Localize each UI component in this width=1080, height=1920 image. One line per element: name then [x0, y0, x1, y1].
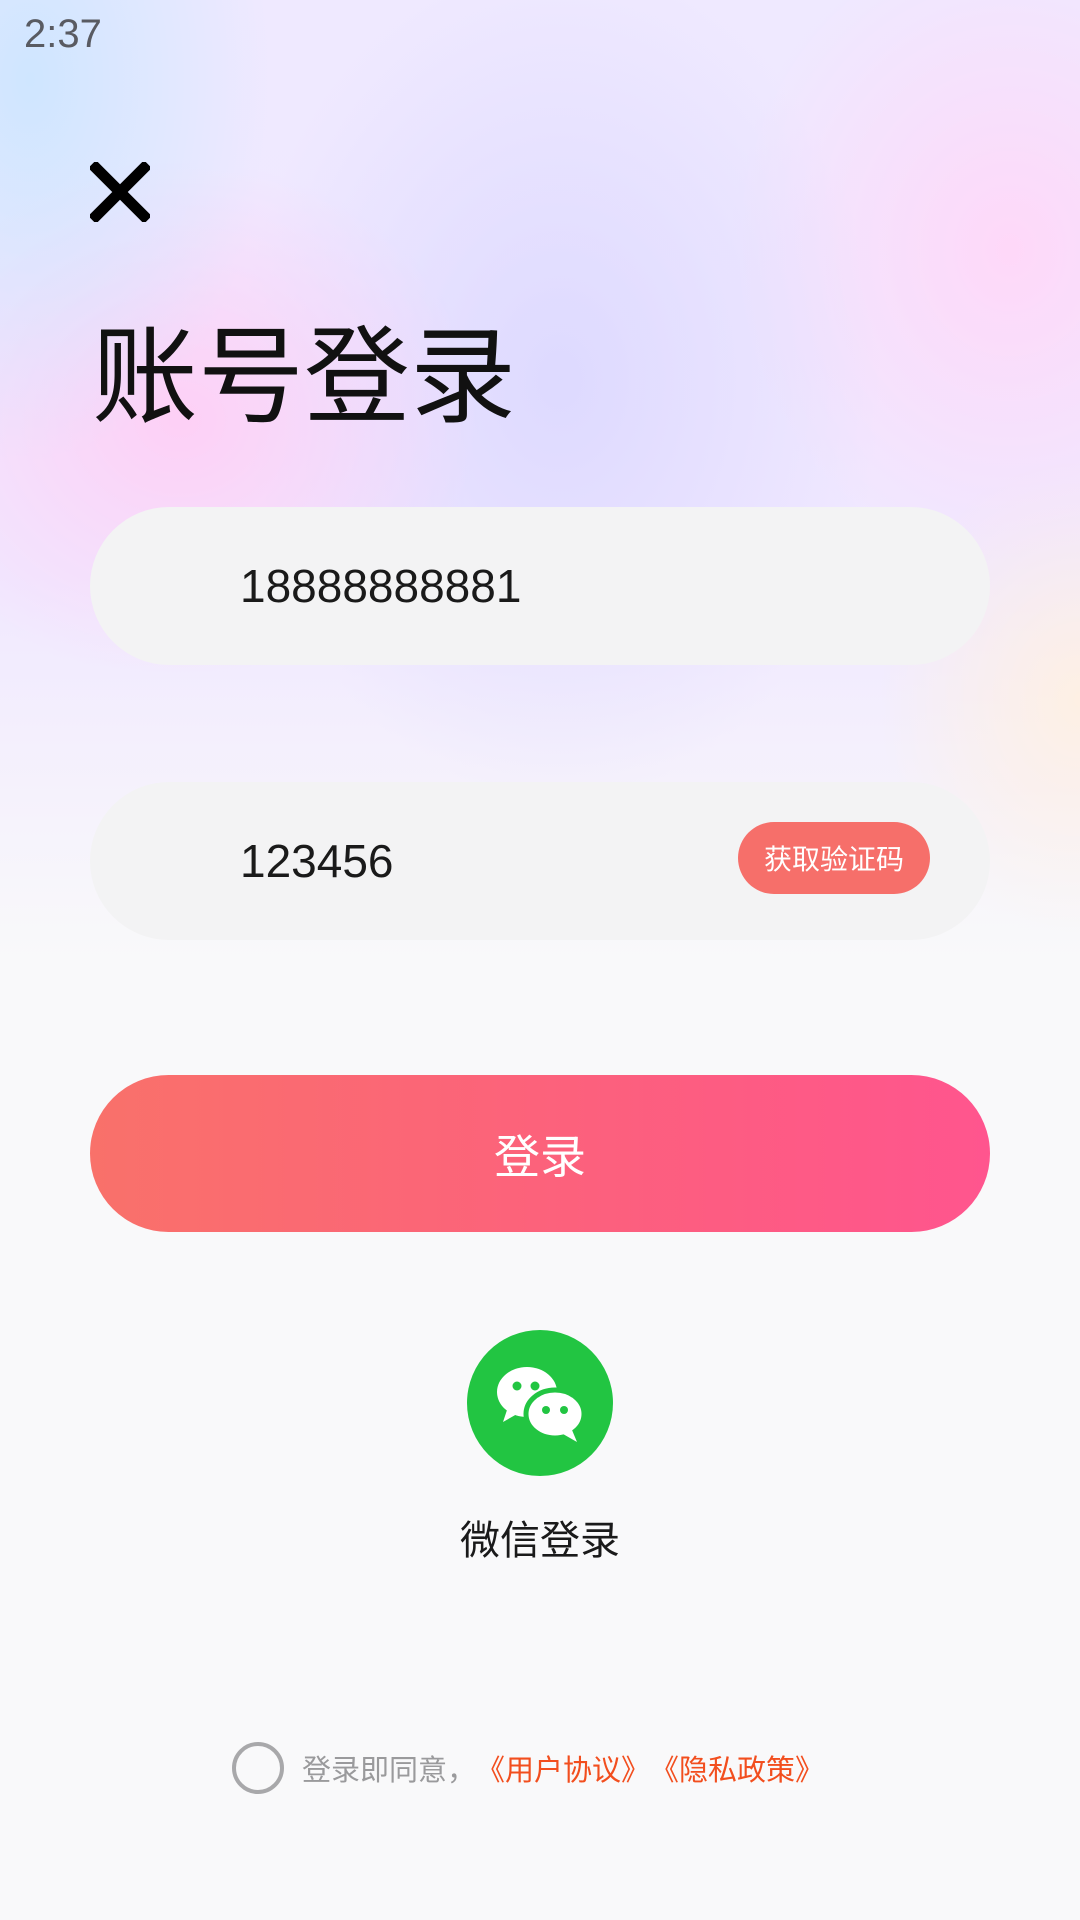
code-field: 获取验证码 [90, 782, 990, 940]
agreement-checkbox[interactable] [232, 1742, 284, 1794]
phone-input[interactable] [240, 507, 760, 665]
wechat-login-button[interactable] [467, 1330, 613, 1476]
wechat-login-label: 微信登录 [460, 1518, 620, 1564]
close-icon [88, 160, 152, 224]
get-code-button[interactable]: 获取验证码 [738, 822, 930, 894]
wechat-icon [497, 1367, 587, 1442]
agreement-prefix: 登录即同意， [302, 1753, 477, 1787]
phone-field [90, 507, 990, 665]
verification-code-input[interactable] [240, 782, 760, 940]
privacy-policy-link[interactable]: 《隐私政策》 [650, 1747, 824, 1789]
close-button[interactable] [88, 160, 152, 224]
status-bar-time: 2:37 [24, 12, 102, 56]
user-agreement-link[interactable]: 《用户协议》 [476, 1747, 650, 1789]
agreement-row: 登录即同意， 《用户协议》 《隐私政策》 [232, 1738, 824, 1798]
page-title: 账号登录 [92, 316, 516, 439]
login-button[interactable]: 登录 [90, 1075, 990, 1232]
